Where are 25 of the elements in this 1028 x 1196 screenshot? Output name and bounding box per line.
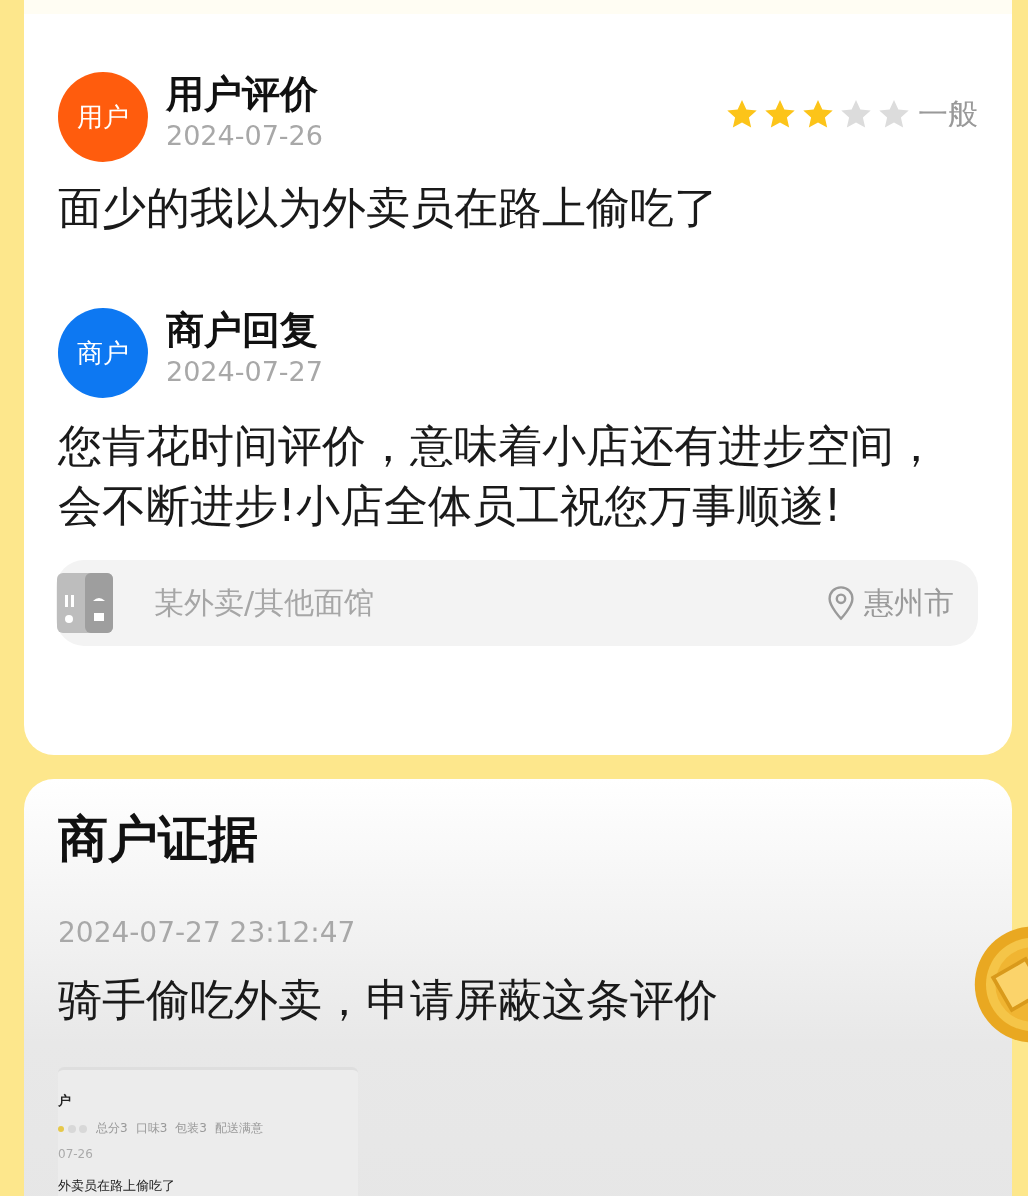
rating-label: 一般: [918, 95, 978, 133]
review-text: 您肯花时间评价，意味着小店还有进步空间，会不断进步!小店全体员工祝您万事顺遂!: [58, 419, 939, 533]
thumbnail-date: 07-26: [58, 1147, 94, 1161]
evidence-text: 骑手偷吃外卖，申请屏蔽这条评价: [58, 973, 719, 1027]
section-title: 商户证据: [58, 809, 259, 869]
thumbnail-score: 口味3: [135, 1120, 168, 1137]
review-date: 2024-07-27: [166, 355, 324, 389]
shop-name: 某外卖/其他面馆: [154, 583, 376, 622]
avatar-badge: 商户: [58, 308, 148, 398]
thumbnail-text: 外卖员在路上偷吃了: [58, 1177, 176, 1195]
review-date: 2024-07-26: [166, 119, 324, 153]
review-title: 商户回复: [166, 308, 319, 352]
thumbnail-score: 配送满意: [214, 1120, 263, 1137]
avatar-badge: 用户: [58, 72, 148, 162]
review-text: 面少的我以为外卖员在路上偷吃了: [58, 181, 719, 235]
thumbnail-score: 总分3: [96, 1120, 128, 1137]
thumbnail-score: 包装3: [175, 1120, 207, 1137]
evidence-time: 2024-07-27 23:12:47: [58, 915, 357, 951]
location-pin-icon: [826, 585, 856, 621]
star-dots-icon: [58, 1123, 88, 1134]
review-title: 用户评价: [166, 72, 319, 116]
screenshot-thumbnail[interactable]: 户 总分3 口味3 包装3 配送满意 07-26 外卖员在路上偷吃了: [58, 1067, 358, 1196]
location-text: 惠州市: [864, 583, 954, 622]
thumbnail-name: 户: [58, 1092, 72, 1110]
shop-icon: [56, 573, 114, 633]
